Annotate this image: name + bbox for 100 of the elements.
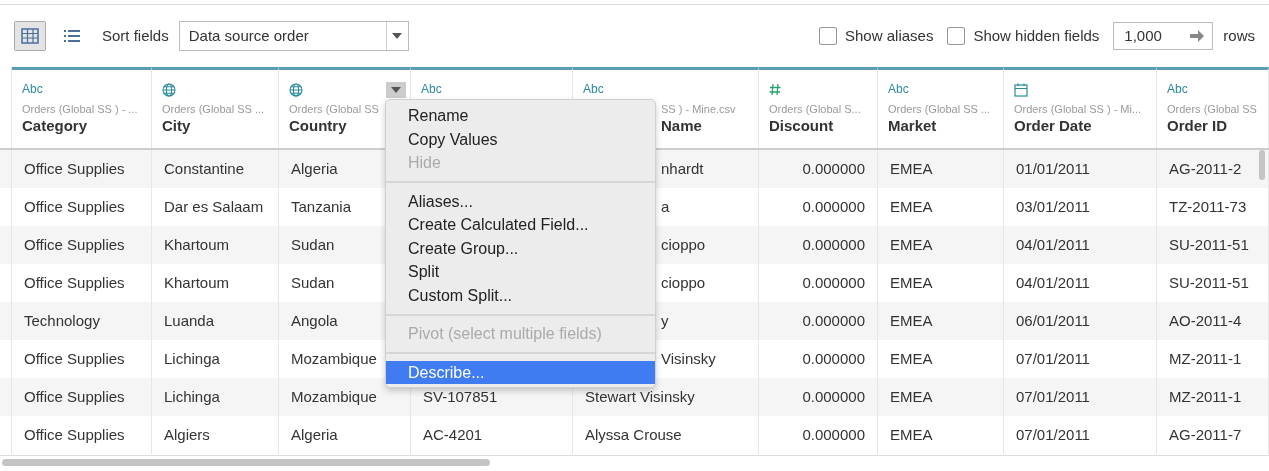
table-cell-text: EMEA [890, 272, 933, 293]
column-name: Order ID [1167, 116, 1228, 136]
table-cell-text: Office Supplies [24, 386, 125, 407]
column-name: Category [22, 116, 89, 136]
column-name: Name [660, 116, 703, 136]
table-cell-text: SV-107851 [423, 386, 498, 407]
table-cell-text: Algeria [291, 158, 338, 179]
table-cell-text: Stewart Visinsky [585, 386, 695, 407]
table-cell-text: Khartoum [164, 272, 230, 293]
menu-item[interactable]: Create Group... [386, 236, 655, 260]
table-cell-text: SU-2011-51 [1169, 234, 1249, 255]
column-name: City [162, 116, 192, 136]
table-cell-text: 04/01/2011 [1016, 234, 1090, 255]
table-cell-text: AO-2011-4 [1169, 310, 1242, 331]
checkbox[interactable] [947, 27, 966, 45]
table-cell-text: Luanda [164, 310, 215, 331]
list-icon[interactable] [63, 29, 81, 43]
menu-item[interactable]: Aliases... [386, 189, 655, 213]
table-cell-text: 07/01/2011 [1016, 348, 1090, 369]
table-cell-text: 0.000000 [802, 196, 865, 217]
menu-item[interactable]: Create Calculated Field... [386, 213, 655, 237]
table-cell-text: 07/01/2011 [1016, 424, 1090, 445]
table-cell-text: cioppo [661, 272, 706, 293]
table-cell-text: 07/01/2011 [1016, 386, 1090, 407]
table-cell-text: Tanzania [291, 196, 352, 217]
table-cell-text: AC-4201 [423, 424, 483, 445]
table-cell-text: EMEA [890, 424, 933, 445]
hash-icon [769, 83, 781, 97]
table-cell-text: Angola [291, 310, 338, 331]
table-cell-text: 03/01/2011 [1016, 196, 1090, 217]
sort-fields-label: Sort fields [102, 25, 169, 46]
table-cell-text: TZ-2011-73 [1169, 196, 1247, 217]
table-cell-text: Algeria [291, 424, 338, 445]
source-label: Orders (Global SS ... [888, 102, 992, 116]
table-cell-text: 0.000000 [802, 272, 865, 293]
checkbox-label: Show hidden fields [973, 25, 1100, 46]
table-cell-text: Mozambique [291, 386, 377, 407]
grid-icon[interactable] [21, 28, 39, 44]
checkbox-label: Show aliases [845, 25, 934, 46]
table-cell-text: SU-2011-51 [1169, 272, 1249, 293]
table-cell-text: Dar es Salaam [164, 196, 264, 217]
globe-icon [289, 82, 303, 97]
source-label: Orders (Global SS ) - ... [22, 102, 139, 116]
table-cell-text: Sudan [291, 272, 335, 293]
table-cell-text: Lichinga [164, 386, 220, 407]
table-cell-text: Lichinga [164, 348, 220, 369]
type-label: Abc [1167, 81, 1189, 98]
table-cell-text: Mozambique [291, 348, 377, 369]
menu-item[interactable]: Custom Split... [386, 283, 655, 307]
rows-label: rows [1223, 25, 1255, 46]
globe-icon [162, 82, 176, 97]
caret-icon[interactable] [392, 33, 403, 39]
table-cell-text: Office Supplies [24, 158, 125, 179]
grid-view-button[interactable] [14, 21, 46, 51]
table-cell-text: y [661, 310, 669, 331]
type-label: Abc [22, 81, 44, 98]
table-cell-text: a [661, 196, 670, 217]
table-cell-text: EMEA [890, 234, 933, 255]
column-name: Country [289, 116, 348, 136]
table-cell-text: Sudan [291, 234, 335, 255]
table-cell-text: Constantine [164, 158, 245, 179]
type-label: Abc [888, 81, 910, 98]
source-label: Orders (Global SS [289, 102, 380, 116]
table-cell-text: MZ-2011-1 [1169, 386, 1242, 407]
checkbox[interactable] [819, 27, 837, 45]
table-cell-text: 0.000000 [802, 158, 865, 179]
table-cell-text: Alyssa Crouse [585, 424, 682, 445]
source-label: Orders (Global SS ) - Mi... [1014, 102, 1143, 116]
table-cell-text: Office Supplies [24, 234, 125, 255]
menu-item[interactable]: Split [386, 260, 655, 284]
sort-fields-select[interactable]: Data source order [178, 21, 409, 51]
type-label: Abc [583, 81, 605, 98]
dropdown-button[interactable] [386, 82, 406, 98]
source-label: Orders (Global SS [1167, 102, 1258, 116]
table-cell-text: 0.000000 [802, 348, 865, 369]
vertical-scrollbar[interactable] [1259, 150, 1265, 180]
caret-icon[interactable] [391, 87, 401, 93]
table-cell-text: Technology [24, 310, 100, 331]
table-cell-text: Khartoum [164, 234, 230, 255]
source-label: Orders (Global S... [769, 102, 862, 116]
column-name: Discount [769, 116, 835, 136]
table-cell-text: cioppo [661, 234, 706, 255]
rows-input[interactable]: 1,000 [1113, 22, 1214, 50]
table-cell-text: Office Supplies [24, 348, 125, 369]
arrow-icon[interactable] [1190, 30, 1205, 42]
table-cell-text: Visinsky [661, 348, 716, 369]
source-label: SS ) - Mine.csv [660, 102, 737, 116]
table-cell-text: EMEA [890, 310, 933, 331]
table-cell-text: Algiers [164, 424, 210, 445]
type-label: Abc [421, 81, 443, 98]
table-cell-text: EMEA [890, 158, 933, 179]
column-name: Market [888, 116, 938, 136]
table-cell-text: 0.000000 [802, 424, 865, 445]
calendar-icon [1014, 82, 1028, 97]
table-cell-text: nhardt [661, 158, 704, 179]
menu-item[interactable]: Describe... [386, 360, 655, 384]
table-cell-text: 06/01/2011 [1016, 310, 1090, 331]
table-cell-text: Office Supplies [24, 196, 125, 217]
table-cell-text: 04/01/2011 [1016, 272, 1090, 293]
source-label: Orders (Global SS ... [162, 102, 266, 116]
